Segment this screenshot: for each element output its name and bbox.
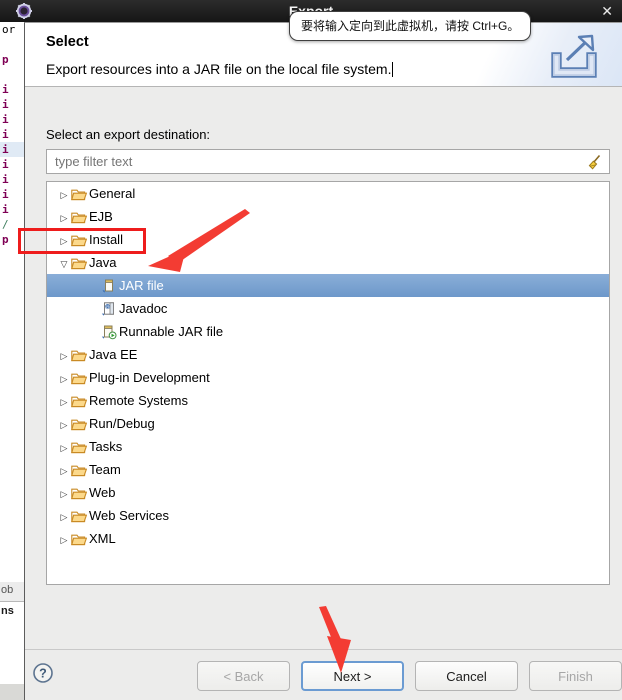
code-line: i (2, 98, 9, 111)
tree-item-label: Java EE (89, 347, 138, 362)
export-dialog: Select Export resources into a JAR file … (24, 22, 622, 700)
tree-item-java-ee[interactable]: ▷ Java EE (47, 343, 609, 366)
page-description: Export resources into a JAR file on the … (46, 61, 394, 77)
folder-icon (71, 396, 88, 408)
tree-item-label: Web Services (89, 508, 169, 523)
tree-item-label: Plug-in Development (89, 370, 210, 385)
chevron-right-icon[interactable]: ▷ (57, 184, 71, 207)
cancel-button[interactable]: Cancel (415, 661, 518, 691)
screen: or p i i i i i i i i i / p ob ns ✕ 要将输入定… (0, 0, 622, 700)
tree-item-jar-file[interactable]: JAR file (47, 274, 609, 297)
tree-item-remote-systems[interactable]: ▷ Remote Systems (47, 389, 609, 412)
tree-item-javadoc[interactable]: @ Javadoc (47, 297, 609, 320)
folder-icon (71, 350, 88, 362)
folder-icon (71, 465, 88, 477)
chevron-right-icon[interactable]: ▷ (57, 368, 71, 391)
tree-item-plug-in-development[interactable]: ▷ Plug-in Development (47, 366, 609, 389)
destination-label: Select an export destination: (46, 127, 211, 142)
tree-item-label: General (89, 186, 136, 201)
code-line: i (2, 83, 9, 96)
chevron-right-icon[interactable]: ▷ (57, 483, 71, 506)
tree-item-xml[interactable]: ▷ XML (47, 527, 609, 550)
jar-file-icon (102, 279, 113, 293)
code-line: i (2, 188, 9, 201)
folder-icon (71, 373, 88, 385)
finish-button[interactable]: Finish (529, 661, 622, 691)
tree-item-label: Javadoc (119, 301, 168, 316)
code-line: or (2, 23, 16, 36)
text-caret (392, 62, 394, 77)
broom-icon[interactable] (586, 153, 604, 171)
tree-item-label: Remote Systems (89, 393, 188, 408)
tree-item-run-debug[interactable]: ▷ Run/Debug (47, 412, 609, 435)
dialog-footer: ? < Back Next > Cancel Finish (25, 649, 622, 700)
svg-text:@: @ (105, 304, 110, 309)
folder-icon (71, 442, 88, 454)
folder-icon (71, 258, 88, 270)
back-button[interactable]: < Back (197, 661, 290, 691)
chevron-right-icon[interactable]: ▷ (57, 437, 71, 460)
code-line: i (0, 142, 24, 157)
chevron-right-icon[interactable]: ▷ (57, 460, 71, 483)
svg-text:?: ? (39, 667, 47, 681)
vm-input-tooltip: 要将输入定向到此虚拟机，请按 Ctrl+G。 (289, 11, 532, 41)
bottom-views: ob ns (0, 582, 24, 700)
chevron-right-icon[interactable]: ▷ (57, 414, 71, 437)
view-tab-problems[interactable]: ob (1, 584, 13, 596)
page-description-text: Export resources into a JAR file on the … (46, 61, 392, 77)
tree-item-general[interactable]: ▷ General (47, 182, 609, 205)
folder-icon (71, 531, 89, 554)
close-icon[interactable]: ✕ (601, 0, 613, 22)
tree-item-label: Run/Debug (89, 416, 155, 431)
tree-item-label: EJB (89, 209, 113, 224)
tree-item-ejb[interactable]: ▷ EJB (47, 205, 609, 228)
export-wizard-icon (551, 34, 597, 78)
tree-item-label: Java (89, 255, 117, 270)
page-title: Select (46, 34, 89, 50)
filter-field[interactable] (46, 149, 610, 174)
code-line: i (2, 113, 9, 126)
folder-icon (71, 419, 88, 431)
tree-item-label: XML (89, 531, 116, 546)
tree-item-web[interactable]: ▷ Web (47, 481, 609, 504)
code-editor[interactable]: or p i i i i i i i i i / p (0, 22, 24, 582)
chevron-right-icon[interactable]: ▷ (57, 506, 71, 529)
tree-item-label: Runnable JAR file (119, 324, 224, 339)
search-input[interactable] (55, 150, 565, 173)
javadoc-icon: @ (101, 302, 114, 316)
chevron-right-icon[interactable]: ▷ (57, 207, 71, 230)
tree-item-label: JAR file (119, 278, 164, 293)
code-line: i (2, 173, 9, 186)
status-bar (0, 684, 24, 700)
chevron-right-icon[interactable]: ▷ (57, 529, 71, 552)
next-button[interactable]: Next > (301, 661, 404, 691)
tree-item-web-services[interactable]: ▷ Web Services (47, 504, 609, 527)
chevron-right-icon[interactable]: ▷ (57, 345, 71, 368)
folder-icon (71, 534, 88, 546)
chevron-down-icon[interactable]: ▽ (57, 253, 71, 276)
code-line: i (2, 158, 9, 171)
annotation-highlight-java (18, 228, 146, 254)
folder-icon (71, 212, 88, 224)
folder-icon (71, 511, 88, 523)
code-line: i (2, 203, 9, 216)
tree-item-java[interactable]: ▽ Java (47, 251, 609, 274)
folder-icon (71, 189, 88, 201)
tree-item-label: Tasks (89, 439, 123, 454)
code-line: p (2, 53, 9, 66)
tree-item-tasks[interactable]: ▷ Tasks (47, 435, 609, 458)
view-tab-console[interactable]: ns (1, 605, 14, 617)
tree-item-runnable-jar-file[interactable]: Runnable JAR file (47, 320, 609, 343)
chevron-right-icon[interactable]: ▷ (57, 391, 71, 414)
help-question-icon[interactable]: ? (32, 662, 54, 684)
dialog-body: Select an export destination: ▷ General ▷ E… (25, 87, 622, 647)
tree-item-label: Team (89, 462, 121, 477)
code-line: i (2, 128, 9, 141)
folder-icon (71, 488, 88, 500)
runnable-jar-icon (101, 325, 117, 340)
tree-item-team[interactable]: ▷ Team (47, 458, 609, 481)
tree-item-label: Web (89, 485, 116, 500)
